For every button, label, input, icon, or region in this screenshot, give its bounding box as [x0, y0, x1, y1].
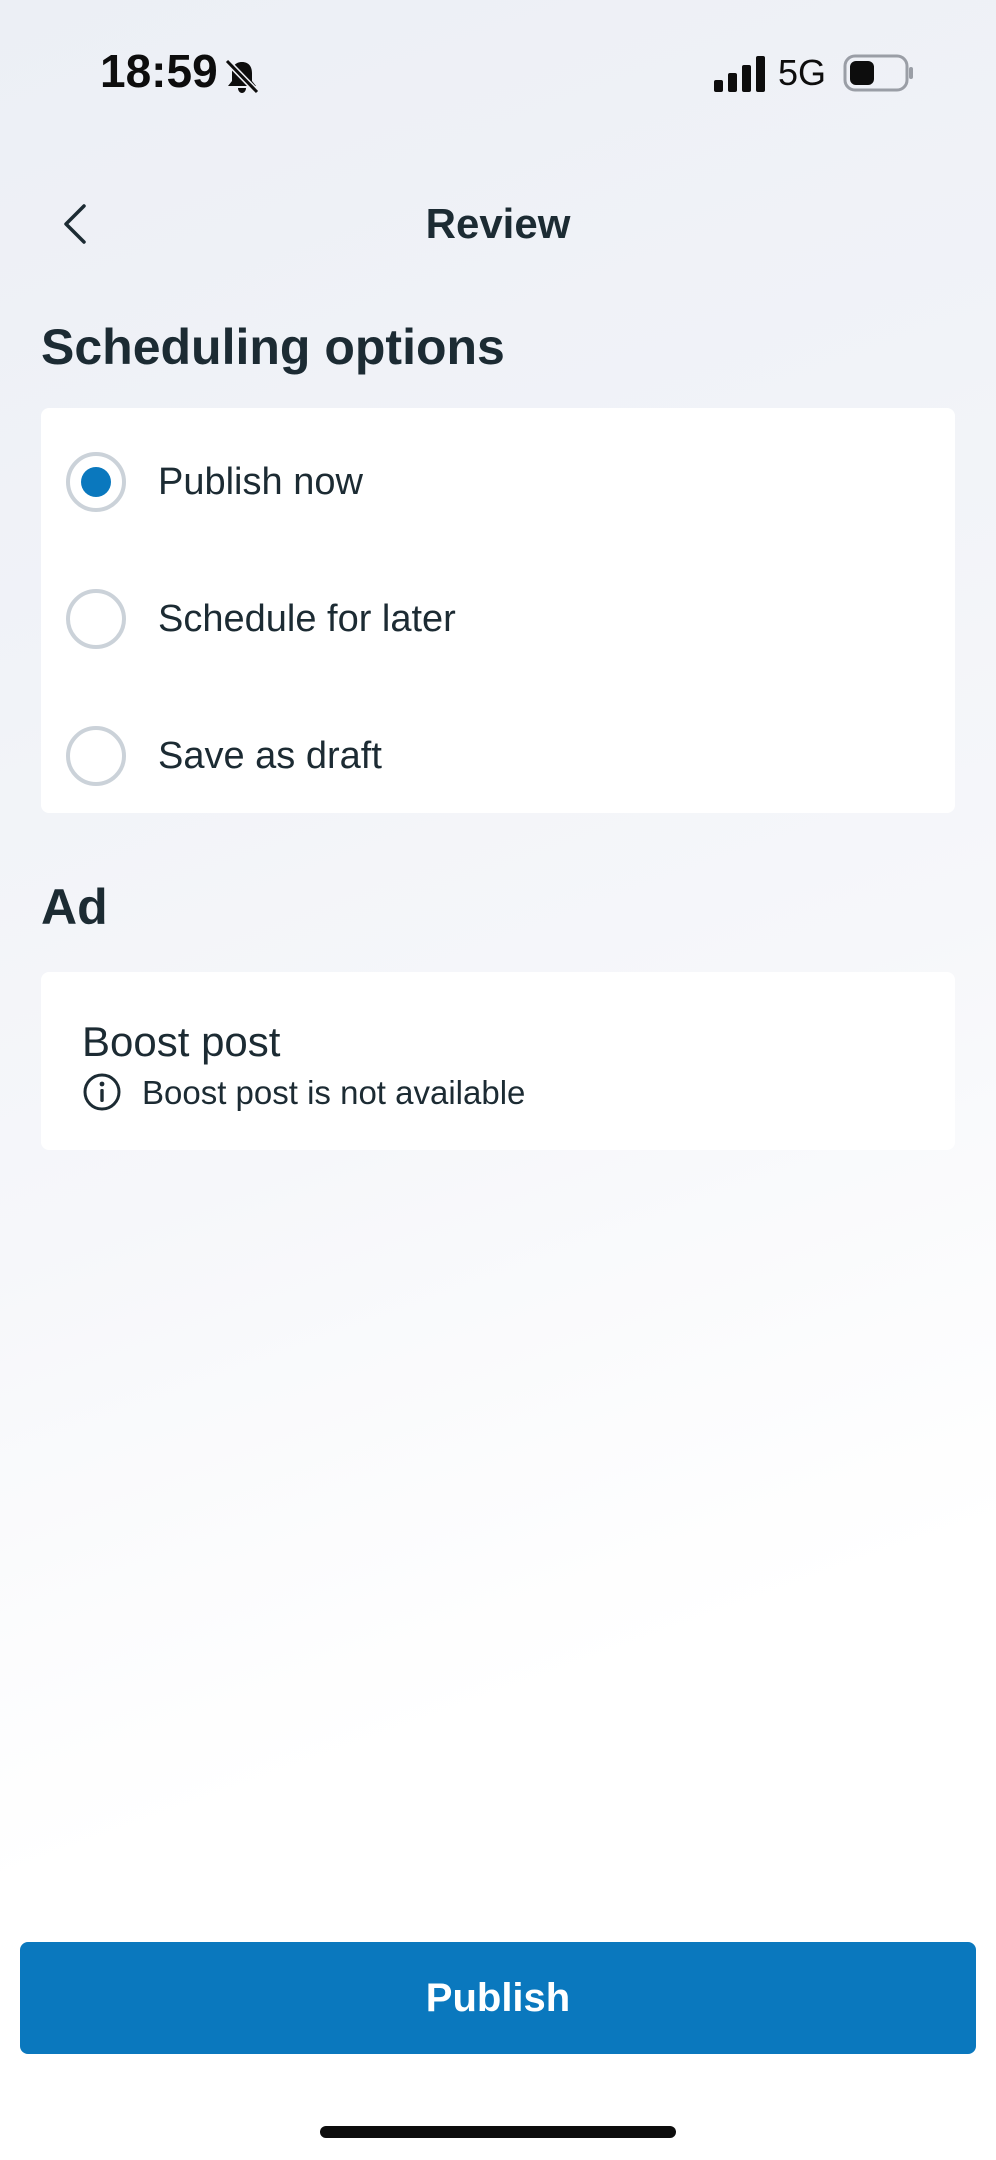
option-save-draft[interactable]: Save as draft — [41, 696, 955, 816]
page-title: Review — [425, 200, 571, 247]
radio-save-draft[interactable] — [66, 726, 126, 786]
scheduling-options-card: Publish now Schedule for later Save as d… — [41, 408, 955, 813]
status-bar: 18:59 5G — [0, 0, 996, 150]
scheduling-heading: Scheduling options — [41, 319, 505, 375]
radio-schedule-later[interactable] — [66, 589, 126, 649]
boost-post-message: Boost post is not available — [142, 1074, 526, 1111]
bell-off-icon — [222, 56, 262, 96]
radio-selected-dot — [81, 467, 111, 497]
ad-heading: Ad — [41, 879, 108, 935]
network-type: 5G — [778, 52, 827, 93]
publish-button[interactable]: Publish — [20, 1942, 976, 2054]
option-publish-now[interactable]: Publish now — [41, 422, 955, 542]
signal-icon — [714, 56, 766, 92]
info-icon — [82, 1072, 122, 1112]
radio-publish-now[interactable] — [66, 452, 126, 512]
boost-post-title: Boost post — [82, 1018, 281, 1065]
status-time: 18:59 — [100, 45, 218, 97]
option-label: Schedule for later — [158, 597, 456, 640]
option-label: Publish now — [158, 460, 363, 503]
battery-icon — [843, 54, 915, 92]
boost-post-card: Boost post Boost post is not available — [41, 972, 955, 1150]
option-label: Save as draft — [158, 734, 382, 777]
home-indicator[interactable] — [320, 2126, 676, 2138]
option-schedule-later[interactable]: Schedule for later — [41, 559, 955, 679]
